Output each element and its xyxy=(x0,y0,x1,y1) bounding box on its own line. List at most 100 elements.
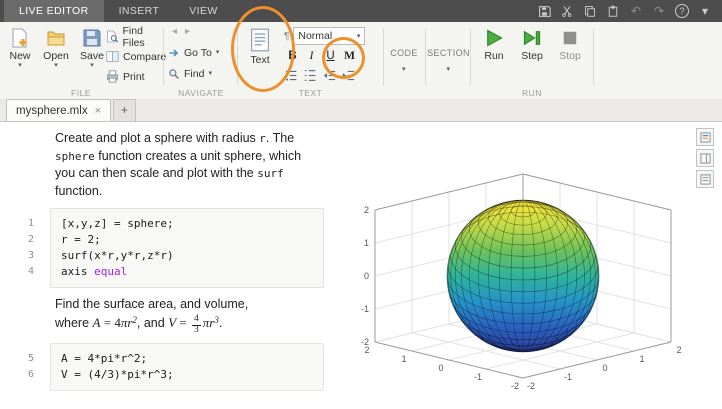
find-files-icon xyxy=(106,30,118,43)
new-file-icon xyxy=(10,28,30,48)
svg-text:0: 0 xyxy=(364,271,369,281)
new-label: New xyxy=(9,50,30,62)
new-button[interactable]: New ▾ xyxy=(2,24,38,69)
print-label: Print xyxy=(123,71,145,83)
code-editor[interactable]: [x,y,z] = sphere;r = 2;surf(x*r,y*r,z*r)… xyxy=(50,208,324,288)
tab-mysphere[interactable]: mysphere.mlx × xyxy=(6,99,111,121)
italic-button[interactable]: I xyxy=(303,47,320,64)
save-label: Save xyxy=(80,50,104,62)
ribbon-section-section[interactable]: SECTION ▾ xyxy=(426,22,471,99)
indent-increase-button[interactable] xyxy=(341,68,356,83)
line-number-gutter: 56 xyxy=(12,343,34,391)
line-number-gutter: 1234 xyxy=(12,208,34,288)
find-files-button[interactable]: Find Files xyxy=(106,28,166,45)
ribbon-section-code[interactable]: CODE ▾ xyxy=(384,22,424,99)
print-button[interactable]: Print xyxy=(106,68,166,85)
help-icon[interactable]: ? xyxy=(675,4,689,18)
svg-text:1: 1 xyxy=(639,354,644,364)
go-to-icon xyxy=(168,47,180,59)
open-button[interactable]: Open ▾ xyxy=(38,24,74,69)
copy-icon[interactable] xyxy=(583,4,597,18)
numbered-list-icon xyxy=(304,69,317,82)
document-tab-label: mysphere.mlx xyxy=(16,105,88,117)
help-glyph: ? xyxy=(675,4,689,18)
open-folder-icon xyxy=(46,28,66,48)
run-button[interactable]: Run xyxy=(476,24,512,62)
text-style-value: Normal xyxy=(298,30,332,42)
back-arrow-icon[interactable]: ◂ xyxy=(172,26,177,37)
step-label: Step xyxy=(521,50,543,62)
text-document-icon xyxy=(249,28,271,52)
chevron-down-icon: ▾ xyxy=(216,49,220,56)
go-to-button[interactable]: Go To ▾ xyxy=(168,44,219,61)
chevron-down-icon: ▾ xyxy=(357,33,361,40)
bulleted-list-button[interactable] xyxy=(284,68,299,83)
text-style-dropdown[interactable]: Normal ▾ xyxy=(293,27,365,45)
step-button[interactable]: Step xyxy=(514,24,550,62)
section-divider xyxy=(593,28,594,85)
svg-text:-1: -1 xyxy=(474,372,482,382)
stop-label: Stop xyxy=(559,50,581,62)
section-label-run: RUN xyxy=(472,88,592,98)
new-tab-button[interactable]: + xyxy=(113,99,136,121)
close-icon[interactable]: × xyxy=(95,105,101,117)
toggle-output-right-button[interactable] xyxy=(696,149,714,167)
forward-arrow-icon[interactable]: ▸ xyxy=(185,26,190,37)
ribbon-section-run: Run Step Stop RUN xyxy=(472,22,592,99)
svg-text:1: 1 xyxy=(401,354,406,364)
tab-insert[interactable]: INSERT xyxy=(104,0,175,22)
text-label: Text xyxy=(250,54,269,66)
section-label-section: SECTION xyxy=(427,48,470,58)
save-icon[interactable] xyxy=(537,4,551,18)
bold-button[interactable]: B xyxy=(284,47,301,64)
chevron-down-icon: ▾ xyxy=(426,66,471,73)
chevron-down-icon: ▾ xyxy=(54,62,58,69)
print-icon xyxy=(106,70,119,83)
compare-label: Compare xyxy=(123,51,166,63)
ribbon-tabs: LIVE EDITOR INSERT VIEW xyxy=(4,0,233,22)
find-label: Find xyxy=(184,68,204,80)
stop-button[interactable]: Stop xyxy=(552,24,588,62)
tab-live-editor[interactable]: LIVE EDITOR xyxy=(4,0,104,22)
save-button[interactable]: Save ▾ xyxy=(74,24,110,69)
undo-icon[interactable]: ↶ xyxy=(629,4,643,18)
redo-icon[interactable]: ↷ xyxy=(652,4,666,18)
section-label-code: CODE xyxy=(390,48,418,58)
indent-increase-icon xyxy=(342,69,355,82)
svg-text:-1: -1 xyxy=(361,304,369,314)
svg-text:-2: -2 xyxy=(511,381,519,391)
ribbon-section-navigate: ◂ ▸ Go To ▾ Find ▾ NAVIGATE xyxy=(164,22,238,99)
paste-icon[interactable] xyxy=(606,4,620,18)
sphere-figure-output: -2-1012-2-1012-2-1012 xyxy=(348,128,708,404)
paragraph-intro[interactable]: Create and plot a sphere with radius r. … xyxy=(55,130,311,200)
math-equation-button[interactable]: M xyxy=(341,47,358,64)
go-to-label: Go To xyxy=(184,47,212,59)
svg-text:1: 1 xyxy=(364,238,369,248)
svg-text:2: 2 xyxy=(676,345,681,355)
numbered-list-button[interactable] xyxy=(303,68,318,83)
svg-text:-1: -1 xyxy=(564,372,572,382)
tab-view[interactable]: VIEW xyxy=(174,0,232,22)
save-disk-icon xyxy=(82,28,102,48)
find-button[interactable]: Find ▾ xyxy=(168,65,212,82)
toolstrip-tab-bar: LIVE EDITOR INSERT VIEW ↶ ↷ ? ▾ xyxy=(0,0,722,22)
compare-button[interactable]: Compare xyxy=(106,48,166,65)
svg-text:-2: -2 xyxy=(527,381,535,391)
run-icon xyxy=(484,28,504,48)
code-block-1: 1234 [x,y,z] = sphere;r = 2;surf(x*r,y*r… xyxy=(12,208,332,288)
bulleted-list-icon xyxy=(285,69,298,82)
underline-button[interactable]: U xyxy=(322,47,339,64)
cut-icon[interactable] xyxy=(560,4,574,18)
section-label-text: TEXT xyxy=(238,88,383,98)
indent-decrease-button[interactable] xyxy=(322,68,337,83)
ribbon-section-file: New ▾ Open ▾ Save ▾ Find Files xyxy=(0,22,162,99)
indent-decrease-icon xyxy=(323,69,336,82)
code-editor[interactable]: A = 4*pi*r^2;V = (4/3)*pi*r^3; xyxy=(50,343,324,391)
paragraph-formulas[interactable]: Find the surface area, and volume,where … xyxy=(55,296,311,335)
toggle-output-inline-button[interactable] xyxy=(696,128,714,146)
svg-text:2: 2 xyxy=(364,205,369,215)
ribbon-section-text: Text ¶ Normal ▾ B I U M xyxy=(238,22,383,99)
hide-code-button[interactable] xyxy=(696,170,714,188)
text-button[interactable]: Text xyxy=(240,24,280,66)
chevron-down-icon[interactable]: ▾ xyxy=(698,4,712,18)
